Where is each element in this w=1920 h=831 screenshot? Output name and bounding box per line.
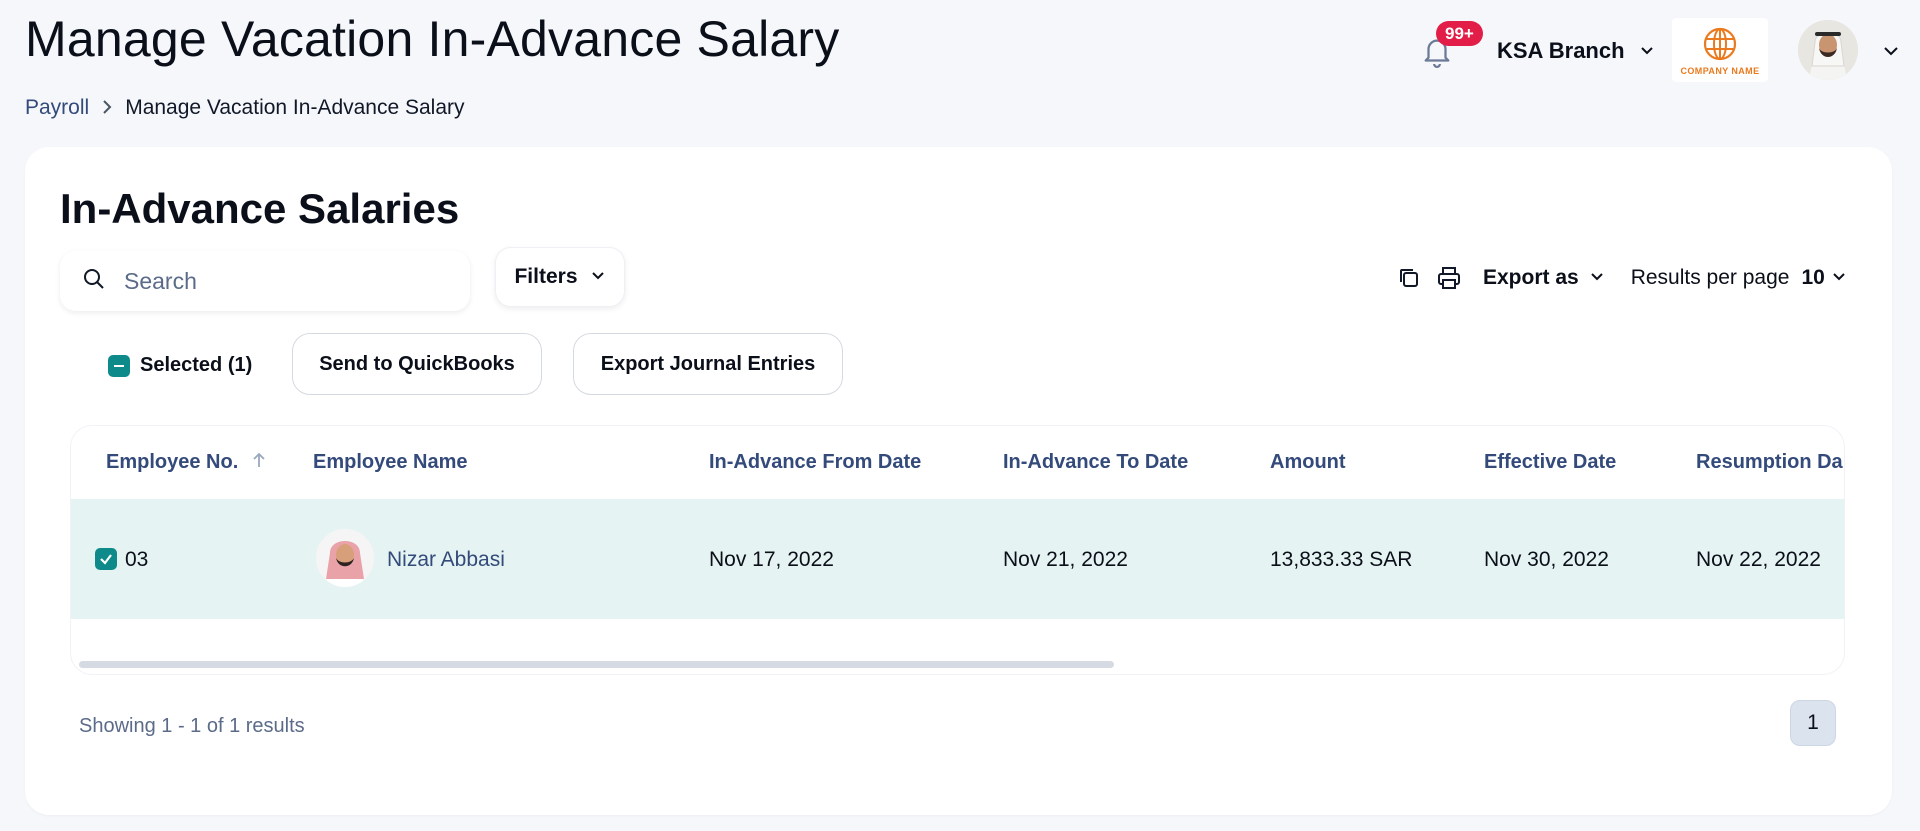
column-employee-no[interactable]: Employee No. <box>106 451 266 474</box>
results-per-page: Results per page 10 <box>1631 266 1847 290</box>
search-box[interactable] <box>60 251 470 311</box>
column-to-date[interactable]: In-Advance To Date <box>1003 451 1188 474</box>
horizontal-scrollbar[interactable] <box>79 661 1114 668</box>
table-header: Employee No. Employee Name In-Advance Fr… <box>71 426 1844 499</box>
breadcrumb-payroll[interactable]: Payroll <box>25 96 89 120</box>
pagination-page-1[interactable]: 1 <box>1790 700 1836 746</box>
employee-avatar <box>316 529 374 587</box>
chevron-down-icon <box>1831 266 1847 290</box>
chevron-right-icon <box>101 98 113 119</box>
arrow-up-icon[interactable] <box>246 451 266 473</box>
user-avatar[interactable] <box>1798 20 1858 80</box>
export-as-label: Export as <box>1483 266 1579 289</box>
cell-resumption-date: Nov 22, 2022 <box>1696 548 1821 571</box>
results-per-page-label: Results per page <box>1630 266 1790 289</box>
cell-amount: 13,833.33 SAR <box>1270 548 1413 571</box>
send-to-quickbooks-button[interactable]: Send to QuickBooks <box>292 333 542 395</box>
cell-from-date: Nov 17, 2022 <box>709 548 834 571</box>
column-from-date[interactable]: In-Advance From Date <box>709 451 921 474</box>
page: Manage Vacation In-Advance Salary Payrol… <box>0 0 1920 831</box>
breadcrumb-current: Manage Vacation In-Advance Salary <box>125 96 465 119</box>
selected-label: Selected (1) <box>140 354 253 376</box>
column-resumption-date[interactable]: Resumption Da <box>1696 451 1843 474</box>
search-input[interactable] <box>124 267 424 295</box>
chevron-down-icon <box>590 265 606 289</box>
filters-label: Filters <box>514 265 578 288</box>
results-summary: Showing 1 - 1 of 1 results <box>79 715 305 737</box>
column-amount[interactable]: Amount <box>1270 451 1346 474</box>
column-employee-no-label: Employee No. <box>106 451 239 473</box>
table-row[interactable]: 03 Nizar Abbasi Nov 17, 2022 Nov 21, 202… <box>71 499 1844 619</box>
branch-selector[interactable]: KSA Branch <box>1497 38 1655 64</box>
results-per-page-value: 10 <box>1801 266 1825 289</box>
column-employee-name[interactable]: Employee Name <box>313 451 468 474</box>
company-logo-text: COMPANY NAME <box>1680 66 1760 76</box>
results-per-page-select[interactable]: 10 <box>1801 266 1846 290</box>
row-checkbox[interactable] <box>95 548 117 570</box>
cell-effective-date: Nov 30, 2022 <box>1484 548 1609 571</box>
branch-label: KSA Branch <box>1497 38 1625 63</box>
export-journal-entries-button[interactable]: Export Journal Entries <box>573 333 843 395</box>
minus-checkbox-icon[interactable] <box>108 354 130 377</box>
search-icon <box>82 267 106 296</box>
card-title: In-Advance Salaries <box>60 185 460 232</box>
breadcrumb: Payroll Manage Vacation In-Advance Salar… <box>25 96 465 120</box>
cell-to-date: Nov 21, 2022 <box>1003 548 1128 571</box>
selected-indicator[interactable]: Selected (1) <box>108 354 252 377</box>
chevron-down-icon <box>1589 266 1605 290</box>
globe-icon <box>1703 27 1737 61</box>
chevron-down-icon <box>1639 38 1655 64</box>
cell-employee-no: 03 <box>125 548 149 571</box>
table-tools: Export as Results per page 10 <box>1395 263 1847 293</box>
salaries-card: In-Advance Salaries Filters <box>25 147 1892 815</box>
cell-employee-name[interactable]: Nizar Abbasi <box>387 548 505 572</box>
filters-button[interactable]: Filters <box>495 247 625 307</box>
page-title: Manage Vacation In-Advance Salary <box>25 11 840 67</box>
export-as-dropdown[interactable]: Export as <box>1483 266 1605 290</box>
column-effective-date[interactable]: Effective Date <box>1484 451 1616 474</box>
salaries-table: Employee No. Employee Name In-Advance Fr… <box>70 425 1845 675</box>
copy-icon[interactable] <box>1395 264 1423 292</box>
chevron-down-icon[interactable] <box>1882 42 1900 65</box>
check-icon <box>100 554 112 565</box>
printer-icon[interactable] <box>1435 264 1463 292</box>
notification-badge: 99+ <box>1436 21 1483 46</box>
company-logo[interactable]: COMPANY NAME <box>1672 18 1768 82</box>
